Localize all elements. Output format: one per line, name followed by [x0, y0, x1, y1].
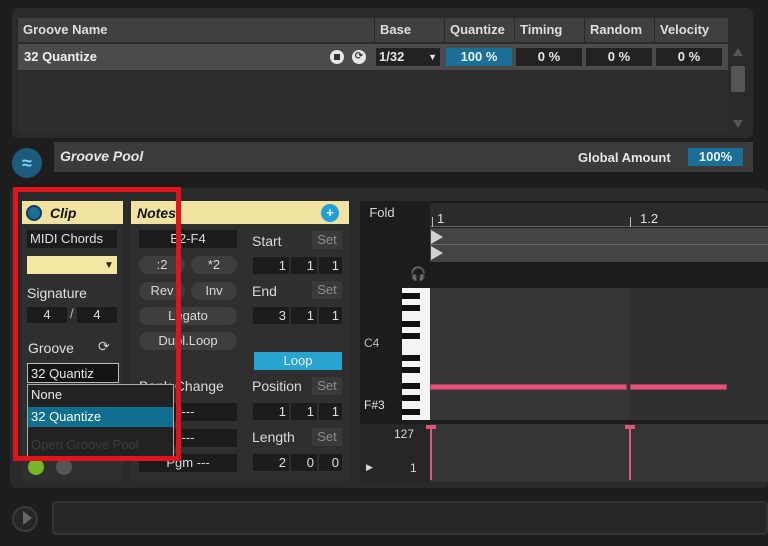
position-bar[interactable]: 1 [253, 403, 289, 420]
black-key[interactable] [402, 333, 420, 339]
col-random[interactable]: Random [584, 18, 654, 42]
start-sixteenth[interactable]: 1 [319, 257, 342, 274]
beat-ruler[interactable] [430, 203, 768, 227]
start-label: Start [252, 233, 282, 249]
col-base[interactable]: Base [374, 18, 444, 42]
play-icon [23, 511, 32, 525]
save-icon-glyph [334, 54, 340, 60]
position-sixteenth[interactable]: 1 [319, 403, 342, 420]
status-bar [52, 501, 768, 535]
length-sixteenth[interactable]: 0 [319, 454, 342, 471]
col-quantize[interactable]: Quantize [444, 18, 514, 42]
expand-icon[interactable]: + [321, 204, 339, 222]
timing-value[interactable]: 0 % [516, 48, 582, 66]
black-key[interactable] [402, 293, 420, 299]
play-icon[interactable]: ▶ [366, 462, 373, 473]
velocity-max-label: 127 [394, 427, 415, 441]
black-key[interactable] [402, 367, 420, 373]
end-beat[interactable]: 1 [291, 307, 317, 324]
length-beat[interactable]: 0 [291, 454, 317, 471]
global-amount-label: Global Amount [578, 150, 671, 165]
length-set-button[interactable]: Set [312, 428, 342, 446]
col-timing[interactable]: Timing [514, 18, 584, 42]
scroll-up-icon[interactable] [733, 48, 743, 56]
length-bar[interactable]: 2 [253, 454, 289, 471]
start-set-button[interactable]: Set [312, 231, 342, 249]
ruler-tick [630, 217, 631, 227]
loop-divider [430, 244, 768, 245]
col-velocity[interactable]: Velocity [654, 18, 728, 42]
scroll-down-icon[interactable] [733, 120, 743, 128]
quantize-value[interactable]: 100 % [446, 48, 512, 66]
start-bar[interactable]: 1 [253, 257, 289, 274]
groove-table-header: Groove Name Base Quantize Timing Random … [18, 18, 728, 42]
col-groove-name[interactable]: Groove Name [18, 18, 374, 42]
black-key[interactable] [402, 321, 420, 327]
velocity-value[interactable]: 0 % [656, 48, 722, 66]
length-label: Length [252, 429, 295, 445]
loop-toggle-button[interactable]: Loop [254, 352, 342, 370]
velocity-marker-cap [426, 425, 436, 429]
midi-note[interactable] [430, 384, 627, 390]
velocity-grid[interactable] [430, 424, 768, 482]
start-beat[interactable]: 1 [291, 257, 317, 274]
groove-pool-toggle-icon[interactable]: ≈ [12, 148, 42, 178]
start-marker-icon[interactable] [431, 246, 443, 260]
end-set-button[interactable]: Set [312, 281, 342, 299]
invert-button[interactable]: Inv [191, 282, 237, 300]
highlight-annotation [13, 187, 181, 461]
base-select[interactable]: 1/32 ▼ [376, 48, 440, 66]
position-beat[interactable]: 1 [291, 403, 317, 420]
velocity-marker[interactable] [430, 428, 432, 480]
global-amount-field[interactable]: 100% [688, 148, 743, 166]
black-key[interactable] [402, 409, 420, 415]
hot-swap-icon[interactable]: ⟳ [352, 50, 366, 64]
double-button[interactable]: *2 [191, 256, 237, 274]
position-label: Position [252, 378, 302, 394]
black-key[interactable] [402, 305, 420, 311]
scroll-thumb[interactable] [731, 66, 745, 92]
end-sixteenth[interactable]: 1 [319, 307, 342, 324]
chevron-down-icon: ▼ [428, 52, 437, 62]
headphone-icon[interactable]: 🎧 [410, 266, 426, 282]
fold-button[interactable]: Fold [362, 204, 402, 222]
groove-name[interactable]: 32 Quantize [24, 49, 97, 64]
key-label-f-sharp-3: F#3 [364, 398, 385, 412]
position-set-button[interactable]: Set [312, 377, 342, 395]
base-value: 1/32 [379, 49, 405, 64]
midi-note[interactable] [630, 384, 727, 390]
loop-start-marker-icon[interactable] [431, 230, 443, 244]
launch-toggle-icon[interactable] [56, 459, 72, 475]
loop-brace[interactable] [430, 228, 768, 262]
end-bar[interactable]: 3 [253, 307, 289, 324]
groove-row[interactable]: 32 Quantize ⟳ 1/32 ▼ 100 % 0 % 0 % 0 % [18, 44, 728, 70]
ruler-tick [432, 217, 433, 227]
envelopes-toggle-icon[interactable] [28, 459, 44, 475]
ruler-label-1-2: 1.2 [640, 211, 659, 226]
ruler-label-1: 1 [437, 211, 445, 226]
velocity-min-label: 1 [410, 461, 417, 475]
end-label: End [252, 283, 277, 299]
velocity-marker[interactable] [629, 428, 631, 480]
velocity-marker-cap [625, 425, 635, 429]
random-value[interactable]: 0 % [586, 48, 652, 66]
groove-list-empty-area [18, 71, 728, 133]
black-key[interactable] [402, 395, 420, 401]
save-icon[interactable] [330, 50, 344, 64]
black-key[interactable] [402, 383, 420, 389]
key-label-c4: C4 [364, 336, 380, 350]
black-key[interactable] [402, 355, 420, 361]
note-editor-grid-shade [630, 288, 768, 420]
groove-pool-title: Groove Pool [60, 148, 144, 164]
